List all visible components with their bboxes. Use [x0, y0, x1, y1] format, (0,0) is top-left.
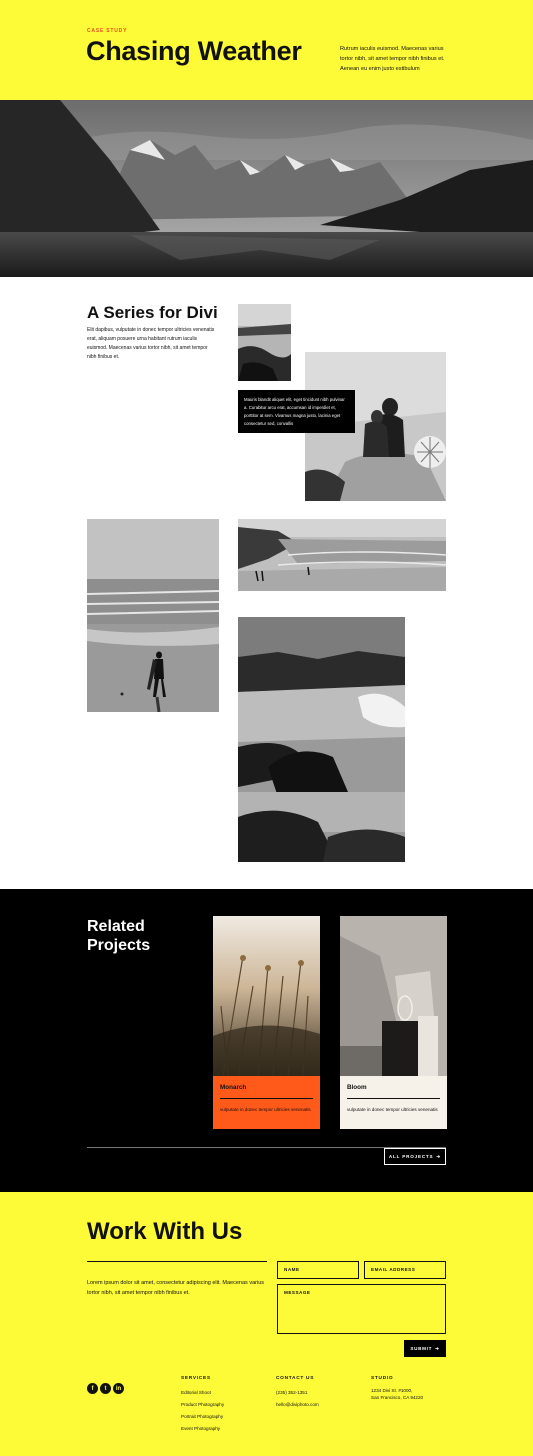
facebook-icon[interactable]: f	[87, 1383, 98, 1394]
services-link[interactable]: Product Photography	[181, 1399, 224, 1411]
case-study-eyebrow: CASE STUDY	[87, 28, 128, 34]
services-link[interactable]: Event Photography	[181, 1423, 224, 1435]
card-divider	[220, 1098, 313, 1099]
project-description: vulputate in donec tempor ultricies vene…	[220, 1107, 311, 1112]
related-projects-title: Related Projects	[87, 918, 151, 954]
work-with-us-section: Work With Us Lorem ipsum dolor sit amet,…	[0, 1192, 533, 1456]
project-name: Bloom	[347, 1084, 367, 1091]
services-heading: SERVICES	[181, 1376, 211, 1381]
waves-on-rocks-photo	[238, 617, 405, 862]
work-divider	[87, 1261, 267, 1262]
name-input[interactable]: NAME	[277, 1261, 359, 1279]
mountain-lake-banner-image	[0, 100, 533, 277]
email-placeholder: EMAIL ADDRESS	[371, 1267, 416, 1272]
photo-caption-box: Mauris blandit aliquet elit, eget tincid…	[238, 390, 355, 433]
monarch-project-image	[213, 916, 320, 1076]
email-input[interactable]: EMAIL ADDRESS	[364, 1261, 446, 1279]
contact-phone[interactable]: (235) 352-1351	[276, 1387, 319, 1399]
twitter-icon[interactable]: t	[100, 1383, 111, 1394]
bloom-project-image	[340, 916, 447, 1076]
services-column: SERVICES Editorial Shoot Product Photogr…	[181, 1376, 224, 1435]
services-link[interactable]: Portrait Photography	[181, 1411, 224, 1423]
rocky-shore-photo-small	[238, 304, 291, 381]
project-name: Monarch	[220, 1084, 247, 1091]
surfer-walking-photo	[87, 519, 219, 712]
studio-heading: STUDIO	[371, 1376, 394, 1381]
services-link[interactable]: Editorial Shoot	[181, 1387, 224, 1399]
studio-address-line1: 1234 Divi St. #1000,	[371, 1388, 413, 1393]
linkedin-icon[interactable]: in	[113, 1383, 124, 1394]
project-card-bloom[interactable]: Bloom vulputate in donec tempor ultricie…	[340, 916, 447, 1129]
submit-button[interactable]: SUBMIT ➔	[404, 1340, 446, 1357]
series-description: Elit dapibus, vulputate in donec tempor …	[87, 327, 215, 360]
name-placeholder: NAME	[284, 1267, 300, 1272]
message-placeholder: MESSAGE	[284, 1290, 311, 1295]
contact-column: CONTACT US (235) 352-1351 hello@diviphot…	[276, 1376, 319, 1411]
social-links: f t in	[87, 1383, 124, 1394]
card-divider	[347, 1098, 440, 1099]
monarch-card-body: Monarch vulputate in donec tempor ultric…	[213, 1076, 320, 1129]
all-projects-label: ALL PROJECTS	[388, 1154, 434, 1159]
hero-section: CASE STUDY Chasing Weather Rutrum iaculi…	[0, 0, 533, 100]
series-title: A Series for Divi	[87, 303, 218, 322]
page-title: Chasing Weather	[86, 36, 302, 66]
coastline-beach-photo	[238, 519, 446, 591]
submit-label: SUBMIT	[410, 1346, 433, 1351]
related-projects-section: Related Projects Monarch vulputate in do…	[0, 889, 533, 1192]
contact-email[interactable]: hello@diviphoto.com	[276, 1399, 319, 1411]
project-card-monarch[interactable]: Monarch vulputate in donec tempor ultric…	[213, 916, 320, 1129]
hero-description: Rutrum iaculis euismod. Maecenas varius …	[340, 46, 445, 72]
work-description: Lorem ipsum dolor sit amet, consectetur …	[87, 1280, 264, 1296]
studio-address-line2: San Francisco, CA 94220	[371, 1395, 424, 1400]
studio-column: STUDIO 1234 Divi St. #1000, San Francisc…	[371, 1376, 423, 1401]
arrow-right-icon: ➔	[435, 1345, 440, 1351]
bloom-card-body: Bloom vulputate in donec tempor ultricie…	[340, 1076, 447, 1129]
contact-heading: CONTACT US	[276, 1376, 315, 1381]
work-with-us-title: Work With Us	[87, 1218, 243, 1245]
all-projects-button[interactable]: ALL PROJECTS ➔	[384, 1148, 446, 1165]
arrow-right-icon: ➔	[436, 1153, 442, 1159]
message-textarea[interactable]: MESSAGE	[277, 1284, 446, 1334]
project-description: vulputate in donec tempor ultricies vene…	[347, 1107, 438, 1112]
